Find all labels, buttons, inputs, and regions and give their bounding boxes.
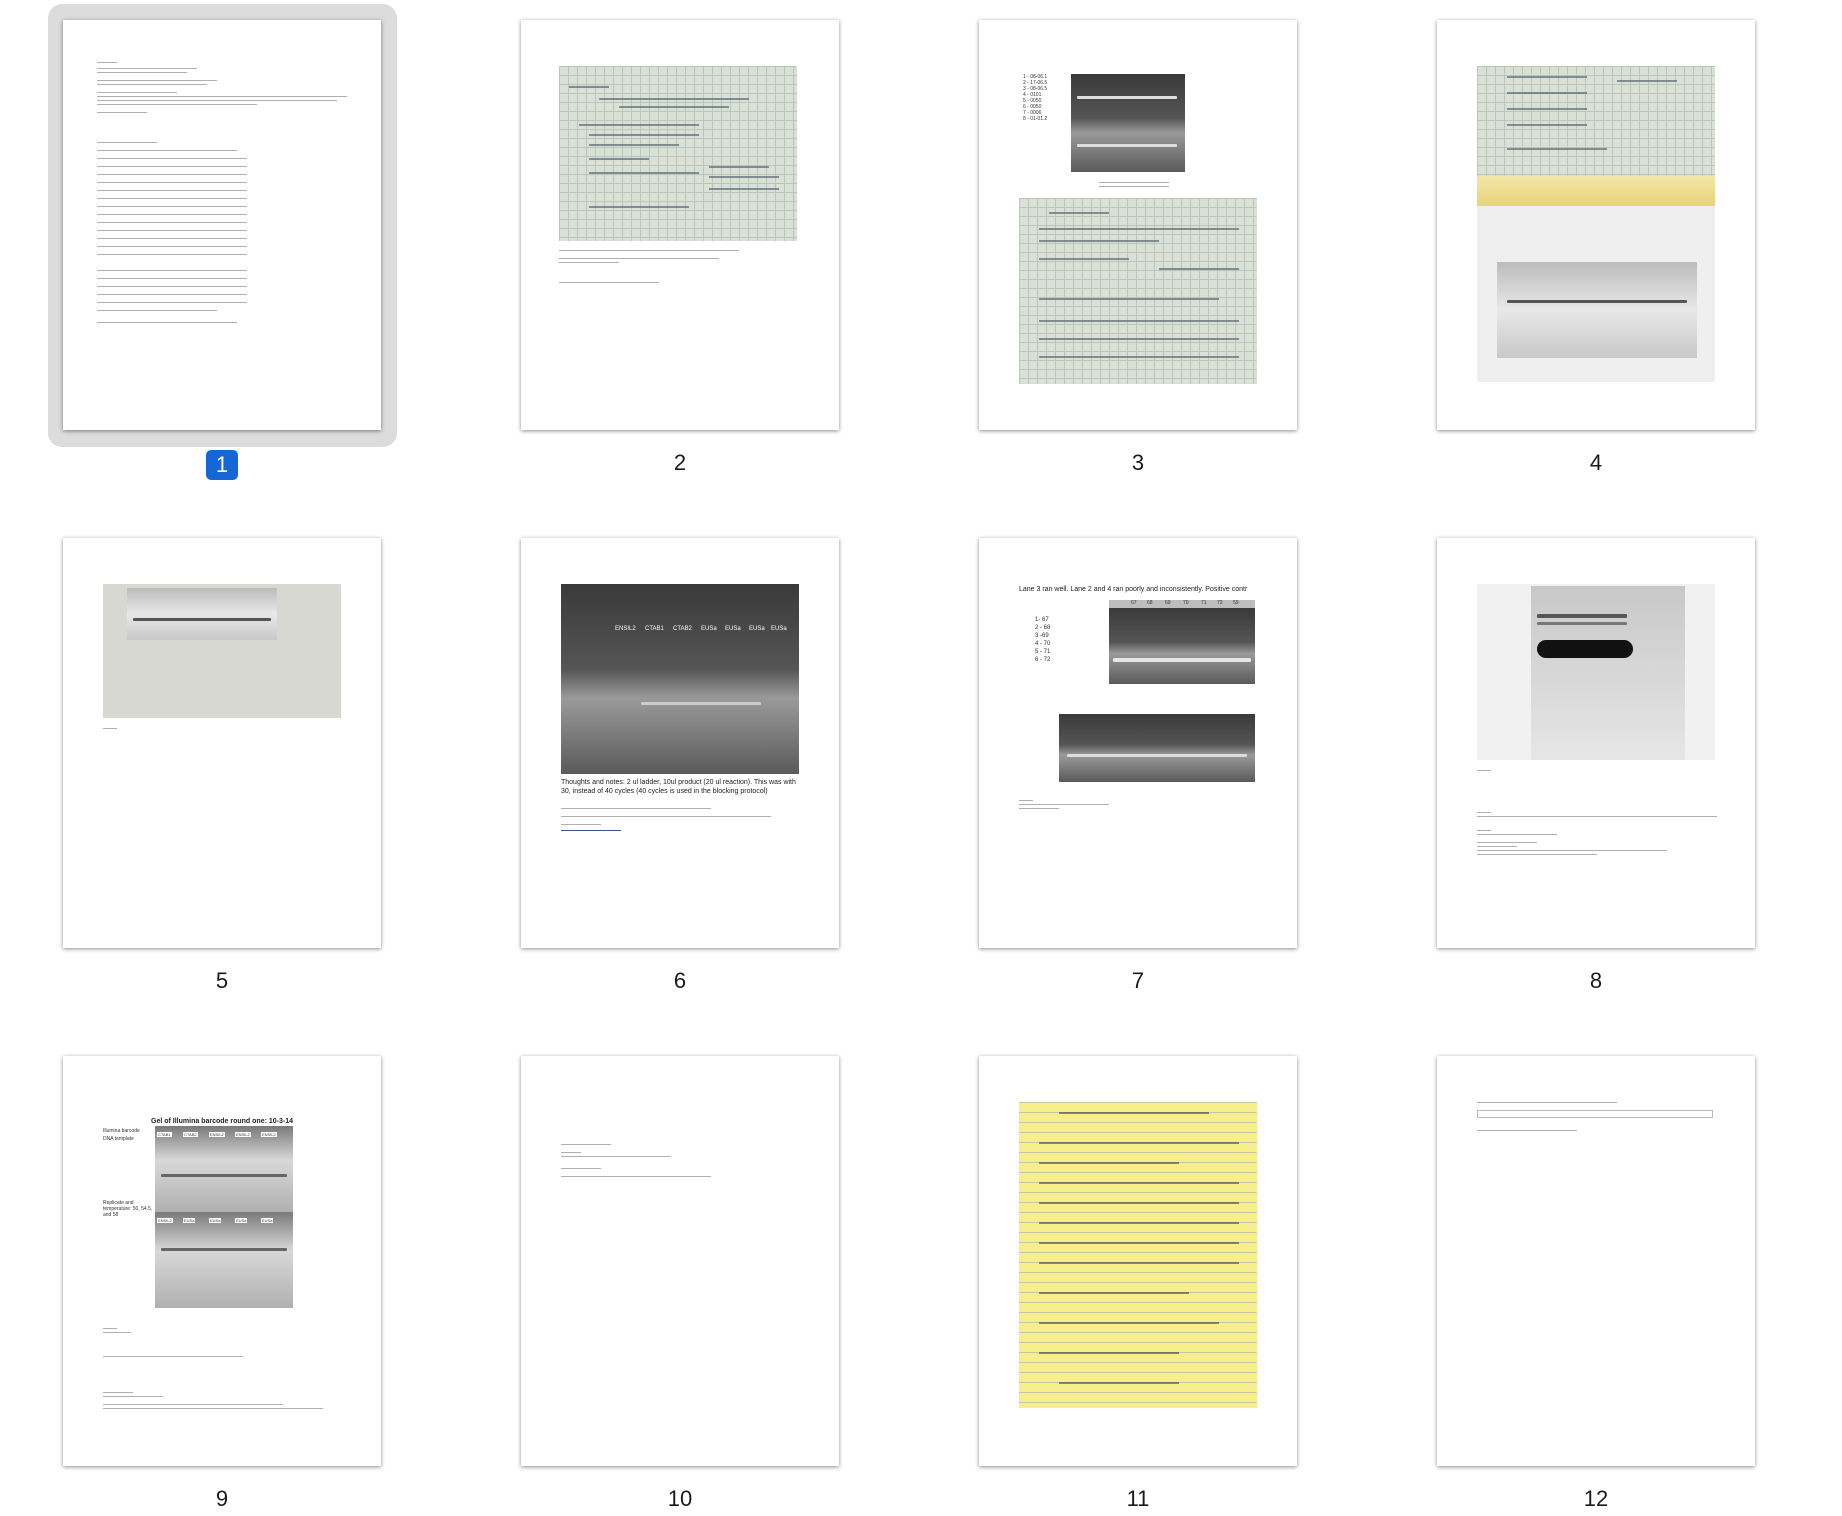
thumbnail-page-5[interactable]: 5: [0, 518, 460, 998]
text-label: 67: [1131, 600, 1137, 606]
page-number-label: 12: [1583, 1486, 1609, 1511]
gel-image: ENSIL2 EUSa EUSa EUSa EUSa: [155, 1212, 293, 1308]
page-preview: [63, 20, 381, 430]
gel-photo: [103, 584, 341, 718]
text-label: Illumina barcode: [103, 1128, 140, 1134]
thumbnail-page-10[interactable]: 10: [458, 1036, 918, 1516]
text-label: 8 - 01-01.2: [1023, 116, 1048, 122]
text-label: 70: [1183, 600, 1189, 606]
page-preview: [521, 1056, 839, 1466]
page-preview: 1 - 08-06.1 2 - 17-06.5 3 - 08-06.5 4 - …: [979, 20, 1297, 430]
page-number-label: 1: [0, 450, 444, 480]
text-label: EUSa: [209, 1218, 222, 1223]
thumbnail-page-7[interactable]: Lane 3 ran well. Lane 2 and 4 ran poorly…: [916, 518, 1376, 998]
notepad-photo: [1019, 1102, 1257, 1408]
thumbnail-page-9[interactable]: Gel of Illumina barcode round one: 10-3-…: [0, 1036, 460, 1516]
gel-image: [1477, 584, 1715, 760]
text-label: 4 - 70: [1035, 641, 1051, 647]
text-label: CTAB1: [157, 1132, 172, 1137]
page-preview: [1437, 20, 1755, 430]
text-label: 2 - 68: [1035, 625, 1051, 631]
page-number-label: 9: [215, 1486, 229, 1511]
text-label: ENSIL2: [261, 1132, 277, 1137]
page-number-label: 8: [1589, 968, 1603, 993]
text-label: CTAB1: [645, 626, 664, 632]
lane-list: 1 - 08-06.1 2 - 17-06.5 3 - 08-06.5 4 - …: [1023, 74, 1047, 122]
page-preview: [1437, 1056, 1755, 1466]
thumbnail-page-11[interactable]: 11: [916, 1036, 1376, 1516]
thumbnail-page-4[interactable]: 4: [1374, 0, 1834, 480]
lane-list: 1- 67 2 - 68 3 -69 4 - 70 5 - 71 6 - 72: [1035, 616, 1050, 664]
text-label: 68: [1147, 600, 1153, 606]
text-label: EUSa: [701, 626, 717, 632]
thumbnail-page-1[interactable]: 1: [0, 0, 460, 480]
gel-caption: Thoughts and notes: 2 ul ladder, 10ul pr…: [561, 779, 796, 795]
page-preview: [521, 20, 839, 430]
gel-image: 67 68 69 70 71 72 59: [1109, 600, 1255, 684]
text-label: EUSa: [771, 626, 787, 632]
text-label: EUSa: [235, 1218, 248, 1223]
text-label: EUSa: [261, 1218, 274, 1223]
gel-image: ENSIL2 CTAB1 CTAB2 EUSa EUSa EUSa EUSa: [561, 584, 799, 774]
thumbnail-page-12[interactable]: 12: [1374, 1036, 1834, 1516]
text-label: 72: [1217, 600, 1223, 606]
thumbnail-page-2[interactable]: 2: [458, 0, 918, 480]
text-label: 1- 67: [1035, 617, 1049, 623]
page-number-label: 10: [667, 1486, 693, 1511]
page-number-label: 3: [1131, 450, 1145, 475]
text-label: EUSa: [725, 626, 741, 632]
notebook-photo: [1019, 198, 1257, 384]
gel-image: [1059, 714, 1255, 782]
page-number-label: 11: [1126, 1486, 1150, 1511]
thumbnail-page-8[interactable]: 8: [1374, 518, 1834, 998]
notebook-photo: [1477, 66, 1715, 176]
text-label: Replicate and temperature: 50, 54.5, and…: [103, 1200, 153, 1218]
text-label: CTAB2: [673, 626, 692, 632]
page-thumbnail-grid: 1 2 1 - 08-06.1 2 - 17-06.5 3 - 08-06.5 …: [0, 0, 1842, 1516]
page-preview: [979, 1056, 1297, 1466]
text-label: ENSIL2: [235, 1132, 251, 1137]
text-label: 6 - 72: [1035, 657, 1051, 663]
thumbnail-page-6[interactable]: ENSIL2 CTAB1 CTAB2 EUSa EUSa EUSa EUSa T…: [458, 518, 918, 998]
text-label: 3 -69: [1035, 633, 1049, 639]
gel-image: [1071, 74, 1185, 172]
text-label: ENSIL2: [157, 1218, 173, 1223]
text-label: 69: [1165, 600, 1171, 606]
page-number-label: 2: [673, 450, 687, 475]
page-preview: [1437, 538, 1755, 948]
text-label: EUSa: [183, 1218, 196, 1223]
page-number-label: 5: [215, 968, 229, 993]
text-label: EUSa: [749, 626, 765, 632]
text-label: 71: [1201, 600, 1207, 606]
page-number-label: 6: [673, 968, 687, 993]
text-label: 5 - 71: [1035, 649, 1051, 655]
page-number-label: 7: [1131, 968, 1145, 993]
page-preview: Lane 3 ran well. Lane 2 and 4 ran poorly…: [979, 538, 1297, 948]
page-preview: ENSIL2 CTAB1 CTAB2 EUSa EUSa EUSa EUSa T…: [521, 538, 839, 948]
page-preview: Gel of Illumina barcode round one: 10-3-…: [63, 1056, 381, 1466]
thumbnail-page-3[interactable]: 1 - 08-06.1 2 - 17-06.5 3 - 08-06.5 4 - …: [916, 0, 1376, 480]
gel-image: CTAB1 CTAB2 ENSIL2 ENSIL2 ENSIL2: [155, 1126, 293, 1212]
text-label: ENSIL2: [209, 1132, 225, 1137]
page-number-label: 4: [1589, 450, 1603, 475]
page-preview: [63, 538, 381, 948]
notebook-photo: [559, 66, 797, 241]
text-label: ENSIL2: [615, 626, 636, 632]
text-label: 59: [1233, 600, 1239, 606]
gel-photo: [1477, 206, 1715, 382]
text-label: CTAB2: [183, 1132, 198, 1137]
page-header-text: Lane 3 ran well. Lane 2 and 4 ran poorly…: [1019, 586, 1248, 593]
text-label: DNA template: [103, 1136, 134, 1142]
